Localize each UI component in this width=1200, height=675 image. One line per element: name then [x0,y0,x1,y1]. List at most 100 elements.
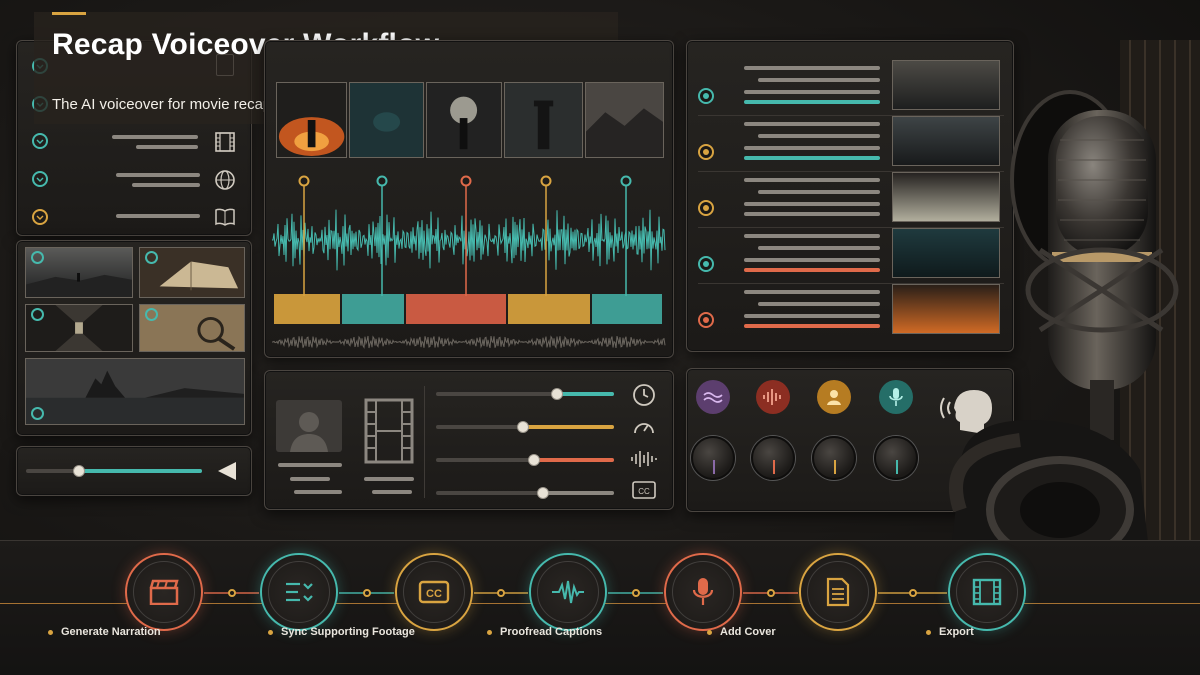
voice-channel-badge[interactable] [756,380,790,414]
step-label-text: Add Cover [720,626,776,638]
bullet-icon [926,629,931,635]
check-icon [145,251,158,264]
timeline-segment[interactable] [274,294,340,324]
voice-knob[interactable] [751,436,795,480]
check-icon [31,407,44,420]
thumbnail[interactable] [25,304,133,352]
secondary-waveform [272,335,666,350]
step-label-text: Generate Narration [61,626,161,638]
step-label-text: Sync Supporting Footage [281,626,415,638]
timeline-marker[interactable] [376,175,388,187]
workflow-step[interactable] [948,553,1026,631]
thumbnail[interactable] [139,247,245,298]
bullet-icon [487,629,492,635]
status-dot [698,88,714,104]
bullet-icon [268,629,273,635]
task-row[interactable] [32,132,242,153]
captions-icon: CC [403,561,465,623]
step-label-text: Proofread Captions [500,626,603,638]
step-label[interactable]: Add Cover [707,626,776,638]
task-row[interactable] [32,170,242,191]
check-icon [31,251,44,264]
workflow-node [227,589,236,597]
film-frame[interactable] [276,82,348,158]
check-icon [31,308,44,321]
workflow-node [497,589,505,597]
workflow-node [908,589,917,597]
voice-channel-badge[interactable] [696,380,730,414]
voice-channel-badge[interactable] [879,380,913,414]
timeline-marker[interactable] [540,175,552,187]
document-icon [807,561,869,623]
wave-icon [703,392,723,403]
book-icon [215,208,235,226]
workflow-step[interactable] [664,553,742,631]
step-label[interactable]: Generate Narration [48,626,161,638]
film-frame[interactable] [503,82,583,158]
status-dot [698,256,714,272]
check-icon [145,308,158,321]
play-reverse-icon[interactable] [216,460,238,482]
voice-channel-badge[interactable] [817,380,851,414]
workflow-step[interactable] [529,553,607,631]
waveform-icon[interactable] [630,449,658,469]
thumbnail[interactable] [25,247,133,298]
microphone-icon [889,388,903,406]
svg-text:CC: CC [426,588,442,600]
thumbnail[interactable] [25,358,245,425]
step-label[interactable]: Sync Supporting Footage [268,626,415,638]
studio-microphone-illustration [949,40,1200,560]
audio-waveform[interactable] [272,170,668,352]
workflow-step[interactable]: CC [395,553,473,631]
timeline-segment[interactable] [342,294,404,324]
playback-progress [78,469,202,473]
gauge-icon[interactable] [632,416,656,440]
title-accent-line [52,12,86,15]
step-label[interactable]: Proofread Captions [487,626,602,638]
slider-knob[interactable] [527,454,540,466]
timeline-segment[interactable] [508,294,590,324]
film-frame[interactable] [426,82,502,158]
film-icon [956,561,1018,623]
person-icon [290,412,328,452]
bullet-icon [707,629,712,635]
check-icon [32,209,48,225]
workflow-step[interactable] [260,553,338,631]
waveform-line [272,209,666,271]
film-icon [215,132,235,152]
timeline-marker[interactable] [298,175,310,187]
timeline-segment[interactable] [592,294,662,324]
workflow-node [766,589,775,597]
slider-knob[interactable] [536,487,549,499]
task-row[interactable] [32,208,242,229]
film-frame[interactable] [584,82,664,158]
workflow-step[interactable] [799,553,877,631]
slider-knob[interactable] [551,388,564,400]
filmstrip [276,82,664,158]
status-dot [698,144,714,160]
waveform-icon [537,561,599,623]
voice-knob[interactable] [691,436,735,480]
step-label-text: Export [939,626,974,638]
playback-knob[interactable] [72,465,85,477]
audio-wave-icon [763,389,781,405]
microphone-icon [672,561,734,623]
clapperboard-icon [133,561,195,623]
voice-knob[interactable] [874,436,918,480]
timeline-marker[interactable] [460,175,472,187]
timeline-marker[interactable] [620,175,632,187]
svg-text:CC: CC [638,487,650,496]
film-frame[interactable] [349,82,425,158]
timeline-segment[interactable] [406,294,506,324]
avatar-placeholder [276,400,342,452]
voice-knob[interactable] [812,436,856,480]
step-label[interactable]: Export [926,626,974,638]
list-sort-icon [268,561,330,623]
captions-icon[interactable]: CC [632,481,656,499]
workflow-step[interactable] [125,553,203,631]
film-icon [364,398,414,464]
bullet-icon [48,629,53,635]
clock-icon[interactable] [632,383,656,407]
thumbnail[interactable] [139,304,245,352]
check-icon [32,133,48,149]
